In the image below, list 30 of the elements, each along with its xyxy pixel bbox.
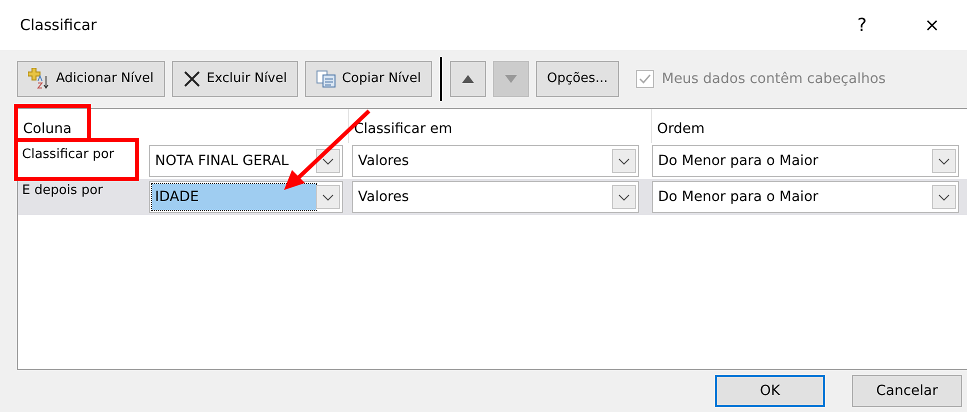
selected-row[interactable]: E depois por IDADE Valores Do Menor para o Maior [18,179,967,215]
order-dropdown[interactable]: Do Menor para o Maior [652,181,959,213]
row-label: E depois por [22,182,103,200]
close-icon [182,70,201,88]
checkmark-icon [638,74,651,84]
copy-level-button[interactable]: Copiar Nível [304,61,432,97]
row-label: Classificar por [22,146,114,164]
options-button[interactable]: Opções... [536,61,619,97]
help-button[interactable]: ? [827,12,897,38]
order-dropdown[interactable]: Do Menor para o Maior [652,145,959,177]
column-header: Coluna [18,109,349,143]
checkbox-label: Meus dados contêm cabeçalhos [662,70,886,88]
ok-button[interactable]: OK [715,375,825,407]
copy-icon [316,70,336,88]
add-level-icon [28,68,50,90]
add-level-button[interactable]: Adicionar Nível [17,61,165,97]
down-arrow-icon [504,75,517,83]
column-header: Classificar em [349,109,652,143]
sort-on-dropdown[interactable]: Valores [352,181,639,213]
column-dropdown[interactable]: NOTA FINAL GERAL [149,145,343,177]
column-header: Ordem [652,109,967,143]
sort-on-dropdown[interactable]: Valores [352,145,639,177]
column-dropdown[interactable]: IDADE [149,181,343,213]
cancel-button[interactable]: Cancelar [852,375,962,407]
move-up-button[interactable] [450,61,486,97]
window-title: Classificar [20,14,98,36]
up-arrow-icon [462,75,474,83]
delete-level-button[interactable]: Excluir Nível [172,61,298,97]
sort-row[interactable]: Classificar por NOTA FINAL GERAL Valores Do Menor para o Maior [18,143,967,179]
close-button[interactable]: × [897,12,967,38]
